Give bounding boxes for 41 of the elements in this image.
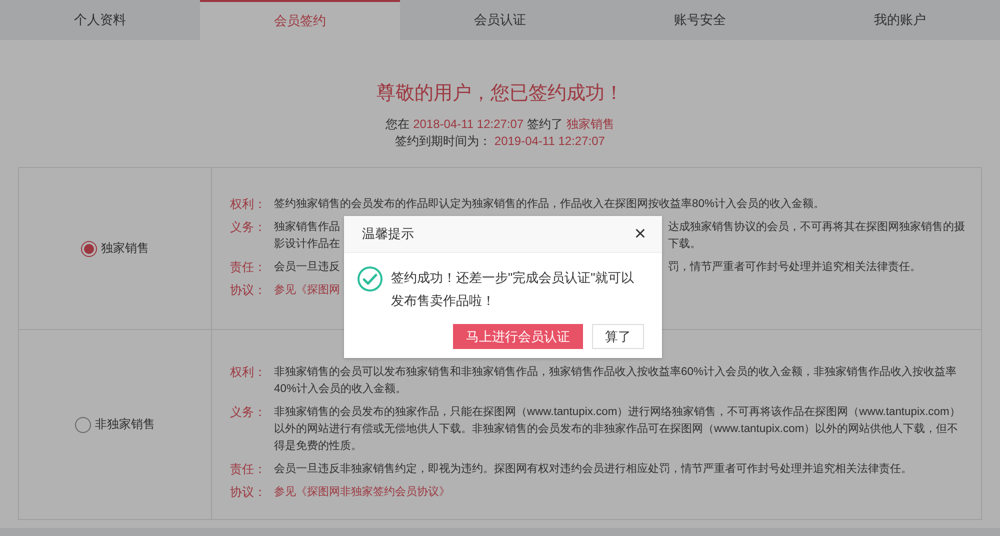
close-button[interactable]: × xyxy=(634,224,646,244)
term-text: 下载。 xyxy=(668,237,701,252)
term-text: 40%计入会员的收入金额。 xyxy=(274,382,406,397)
term-text: 会员一旦违反非独家销售约定，即视为违约。探图网有权对违约会员进行相应处罚，情节严重者可作封号处理并追究相关法律责任。 xyxy=(274,462,912,477)
term-text: 签约独家销售的会员发布的作品即认定为独家销售的作品，作品收入在探图网按收益率80%计入会员的收入金额。 xyxy=(274,196,824,212)
term-text: 达成独家销售协议的会员，不可再将其在探图网独家销售的摄 xyxy=(668,220,965,235)
sign-info-line: 您在 2018-04-11 12:27:07 签约了 独家销售 xyxy=(386,116,614,133)
tab[interactable]: 会员认证 xyxy=(400,0,600,40)
success-heading: 尊敬的用户，您已签约成功！ xyxy=(376,82,624,106)
radio-button[interactable] xyxy=(81,240,97,256)
term-text: 影设计作品在 xyxy=(274,237,340,252)
tab[interactable]: 我的账户 xyxy=(800,0,1000,40)
check-circle-icon xyxy=(357,266,383,292)
term-label: 责任： xyxy=(230,461,267,478)
plan-name: 非独家销售 xyxy=(95,416,155,433)
expiry-line: 签约到期时间为： 2019-04-11 12:27:07 xyxy=(395,133,605,150)
verify-button[interactable]: 马上进行会员认证 xyxy=(453,324,583,349)
term-label: 义务： xyxy=(230,404,267,421)
term-label: 责任： xyxy=(230,259,267,276)
tab[interactable]: 个人资料 xyxy=(0,0,200,40)
term-label: 权利： xyxy=(230,196,267,213)
dialog-title: 温馨提示 xyxy=(362,225,414,243)
term-label: 协议： xyxy=(230,484,267,501)
term-text: 得是免费的性质。 xyxy=(274,439,362,454)
term-text: 会员一旦违反 xyxy=(274,260,340,275)
term-text: 非独家销售的会员发布的独家作品，只能在探图网（www.tantupix.com）进行网络独家销售，不可再将该作品在探图网（www.tantupix.com） xyxy=(274,404,960,420)
term-text: 以外的网站进行有偿或无偿地供人下载。非独家销售的会员发布的非独家作品可在探图网（www.tantupix.com）以外的网站供他人下载，但不 xyxy=(274,422,958,437)
radio-button[interactable] xyxy=(75,416,91,432)
term-label: 权利： xyxy=(230,364,267,381)
term-label: 协议： xyxy=(230,282,267,299)
term-text: 独家销售作品 xyxy=(274,220,340,235)
cancel-button[interactable]: 算了 xyxy=(592,324,644,349)
tab[interactable]: 会员签约 xyxy=(200,0,400,40)
agreement-link[interactable]: 参见《探图网非独家签约会员协议》 xyxy=(274,484,450,501)
dialog-message: 签约成功！还差一步"完成会员认证"就可以发布售卖作品啦！ xyxy=(391,269,636,310)
plan-name: 独家销售 xyxy=(101,240,149,257)
agreement-link[interactable]: 参见《探图网 xyxy=(274,282,340,299)
term-label: 义务： xyxy=(230,219,267,236)
term-text: 罚，情节严重者可作封号处理并追究相关法律责任。 xyxy=(668,260,921,275)
term-text: 非独家销售的会员可以发布独家销售和非独家销售作品，独家销售作品收入按收益率60%计入会员的收入金额，非独家销售作品收入按收益率 xyxy=(274,364,956,380)
tab[interactable]: 账号安全 xyxy=(600,0,800,40)
